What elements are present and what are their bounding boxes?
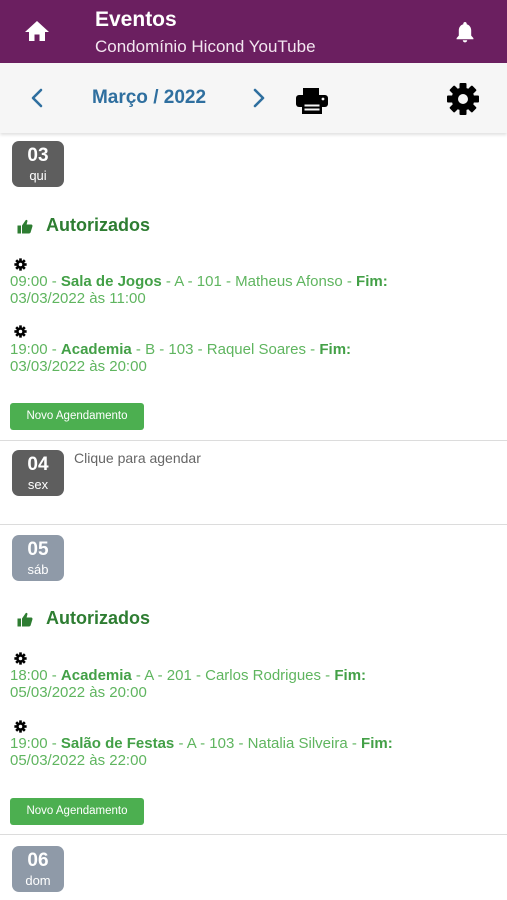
event-options-gear-icon[interactable] — [14, 720, 27, 733]
day-badge[interactable]: 03 qui — [12, 141, 64, 187]
event-place: Sala de Jogos — [60, 273, 162, 290]
schedule-hint[interactable]: Clique para agendar — [74, 450, 201, 466]
event-end: 05/03/2022 às 22:00 — [10, 752, 147, 769]
event-separator: - — [47, 341, 61, 358]
event-end-label: Fim: — [334, 667, 367, 684]
settings-gear-icon[interactable] — [445, 81, 481, 117]
event-details: - B - 103 - Raquel Soares - — [131, 341, 320, 358]
weekday: qui — [29, 168, 47, 183]
app-bar: Eventos Condomínio Hicond YouTube — [0, 0, 507, 63]
day-section: 06 dom — [0, 835, 507, 900]
new-booking-button[interactable]: Novo Agendamento — [10, 798, 144, 825]
event-separator: - — [47, 735, 61, 752]
page-title: Eventos — [95, 8, 177, 31]
chevron-right-icon[interactable] — [248, 87, 268, 109]
day-section: 03 qui Autorizados 09:00 - Sala de Jogos… — [0, 133, 507, 441]
printer-icon[interactable] — [294, 87, 330, 115]
event-options-gear-icon[interactable] — [14, 652, 27, 665]
month-label[interactable]: Março / 2022 — [68, 87, 230, 109]
weekday: sáb — [27, 562, 49, 577]
event-end-label: Fim: — [319, 341, 352, 358]
thumbs-up-icon — [17, 219, 33, 234]
event-time: 19:00 — [10, 735, 48, 752]
day-badge[interactable]: 05 sáb — [12, 535, 64, 581]
event-separator: - — [47, 273, 61, 290]
event-entry[interactable]: 18:00 - Academia - A - 201 - Carlos Rodr… — [10, 667, 495, 701]
event-end: 03/03/2022 às 11:00 — [10, 290, 146, 307]
event-time: 18:00 — [10, 667, 48, 684]
event-separator: - — [47, 667, 61, 684]
event-end-label: Fim: — [361, 735, 393, 752]
status-group-label: Autorizados — [46, 608, 151, 628]
day-section: 05 sáb Autorizados 18:00 - Academia - A … — [0, 525, 507, 835]
home-icon[interactable] — [24, 20, 50, 42]
event-details: - A - 201 - Carlos Rodrigues - — [131, 667, 335, 684]
new-booking-button[interactable]: Novo Agendamento — [10, 403, 144, 430]
event-time: 19:00 — [10, 341, 48, 358]
event-place: Academia — [60, 667, 132, 684]
event-end: 03/03/2022 às 20:00 — [10, 358, 147, 375]
event-entry[interactable]: 09:00 - Sala de Jogos - A - 101 - Matheu… — [10, 273, 495, 307]
day-number: 03 — [27, 145, 49, 166]
chevron-left-icon[interactable] — [28, 87, 48, 109]
month-toolbar: Março / 2022 — [0, 63, 507, 133]
thumbs-up-icon — [17, 612, 33, 627]
event-place: Academia — [60, 341, 132, 358]
event-entry[interactable]: 19:00 - Salão de Festas - A - 103 - Nata… — [10, 735, 495, 769]
event-options-gear-icon[interactable] — [14, 325, 27, 338]
day-badge[interactable]: 04 sex — [12, 450, 64, 496]
event-entry[interactable]: 19:00 - Academia - B - 103 - Raquel Soar… — [10, 341, 495, 375]
weekday: dom — [25, 873, 51, 888]
status-group-label: Autorizados — [46, 215, 151, 235]
event-time: 09:00 — [10, 273, 48, 290]
event-place: Salão de Festas — [60, 735, 175, 752]
day-number: 05 — [27, 539, 49, 560]
day-section: 04 sex Clique para agendar — [0, 441, 507, 525]
event-details: - A - 103 - Natalia Silveira - — [174, 735, 362, 752]
condominium-name: Condomínio Hicond YouTube — [95, 37, 316, 56]
event-details: - A - 101 - Matheus Afonso - — [161, 273, 357, 290]
day-number: 06 — [27, 850, 49, 871]
day-badge[interactable]: 06 dom — [12, 846, 64, 892]
weekday: sex — [27, 477, 49, 492]
day-number: 04 — [27, 454, 49, 475]
event-end: 05/03/2022 às 20:00 — [10, 684, 147, 701]
event-options-gear-icon[interactable] — [14, 258, 27, 271]
event-end-label: Fim: — [356, 273, 388, 290]
bell-icon[interactable] — [453, 20, 477, 44]
